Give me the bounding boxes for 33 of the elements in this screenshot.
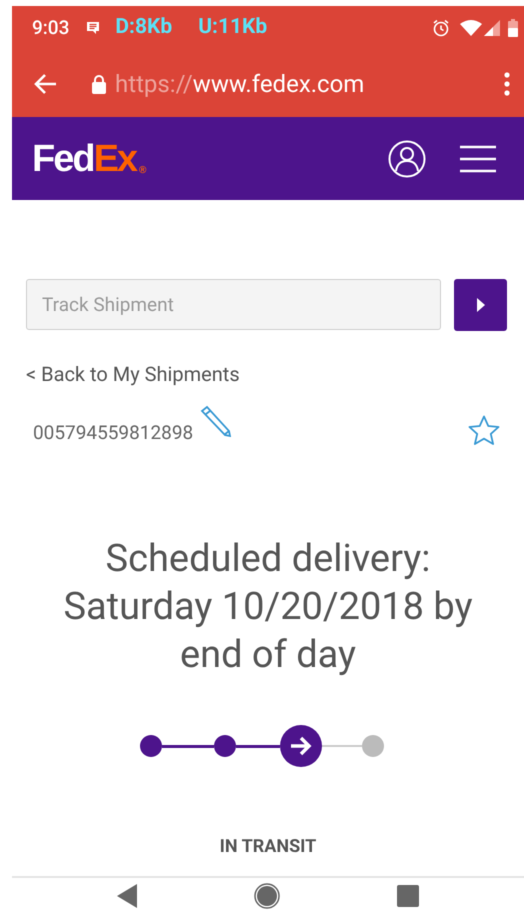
pencil-icon[interactable] bbox=[198, 405, 232, 437]
lock-icon bbox=[91, 74, 107, 94]
notification-icon bbox=[85, 21, 102, 35]
more-options-icon[interactable] bbox=[504, 72, 510, 96]
track-button[interactable] bbox=[454, 279, 507, 331]
delivery-headline: Scheduled delivery: Saturday 10/20/2018 by end of day bbox=[62, 536, 474, 679]
signal-icon bbox=[484, 20, 500, 36]
alarm-icon bbox=[432, 19, 450, 37]
back-arrow-icon[interactable] bbox=[34, 72, 58, 94]
battery-icon bbox=[508, 19, 518, 37]
wifi-icon bbox=[460, 20, 482, 36]
progress-dot bbox=[362, 735, 384, 757]
status-label: IN TRANSIT bbox=[218, 835, 318, 859]
play-icon bbox=[476, 298, 484, 312]
back-nav-icon[interactable] bbox=[117, 884, 137, 908]
fedex-logo[interactable]: FedEx® bbox=[32, 140, 146, 178]
tracking-number: 005794559812898 bbox=[33, 420, 194, 446]
progress-line bbox=[236, 744, 280, 748]
progress-line bbox=[162, 744, 214, 748]
address-bar[interactable]: https://www.fedex.com bbox=[115, 66, 364, 102]
clock: 9:03 bbox=[32, 14, 70, 41]
back-to-shipments-link[interactable]: < Back to My Shipments bbox=[26, 359, 510, 389]
star-icon[interactable] bbox=[468, 415, 500, 445]
upload-speed: U:11Kb bbox=[198, 14, 268, 42]
track-shipment-field[interactable]: Track Shipment bbox=[26, 279, 441, 330]
download-speed: D:8Kb bbox=[115, 14, 172, 42]
current-step-icon bbox=[280, 725, 322, 767]
progress-dot bbox=[140, 735, 162, 757]
progress-line bbox=[322, 745, 362, 747]
account-icon[interactable] bbox=[388, 140, 426, 178]
home-nav-icon[interactable] bbox=[254, 883, 280, 909]
menu-icon[interactable] bbox=[460, 144, 496, 172]
progress-dot bbox=[214, 735, 236, 757]
